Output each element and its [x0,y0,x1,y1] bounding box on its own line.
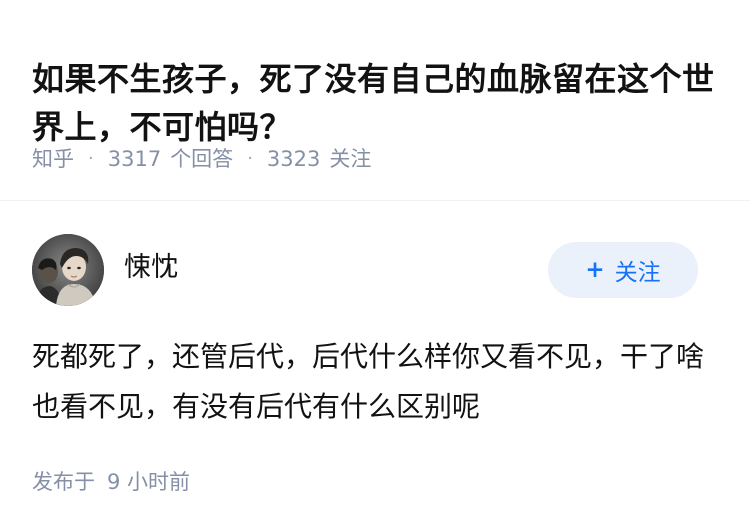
question-meta: 知乎 · 3317 个回答 · 3323 关注 [32,143,371,175]
question-title[interactable]: 如果不生孩子，死了没有自己的血脉留在这个世界上，不可怕吗？ [32,55,722,151]
answer-content[interactable]: 死都死了，还管后代，后代什么样你又看不见，干了啥也看不见，有没有后代有什么区别呢 [32,332,722,432]
publish-time-value: 9 小时前 [107,470,191,494]
author-avatar[interactable] [32,234,104,306]
publish-time: 发布于 9 小时前 [32,466,190,498]
avatar-photo-icon [32,234,104,306]
publish-prefix: 发布于 [32,470,95,494]
author-name[interactable]: 悚忱 [124,250,178,286]
follow-button[interactable]: + 关注 [548,242,698,298]
answer-count: 3317 [107,147,162,171]
meta-separator: · [88,148,94,169]
follow-count-label: 关注 [329,147,372,171]
plus-icon: + [585,257,605,283]
meta-separator: · [247,148,253,169]
answer-count-label: 个回答 [170,147,234,171]
source-label[interactable]: 知乎 [32,143,74,175]
section-divider [0,200,750,201]
follow-count: 3323 [266,147,321,171]
follow-button-label: 关注 [614,260,661,286]
